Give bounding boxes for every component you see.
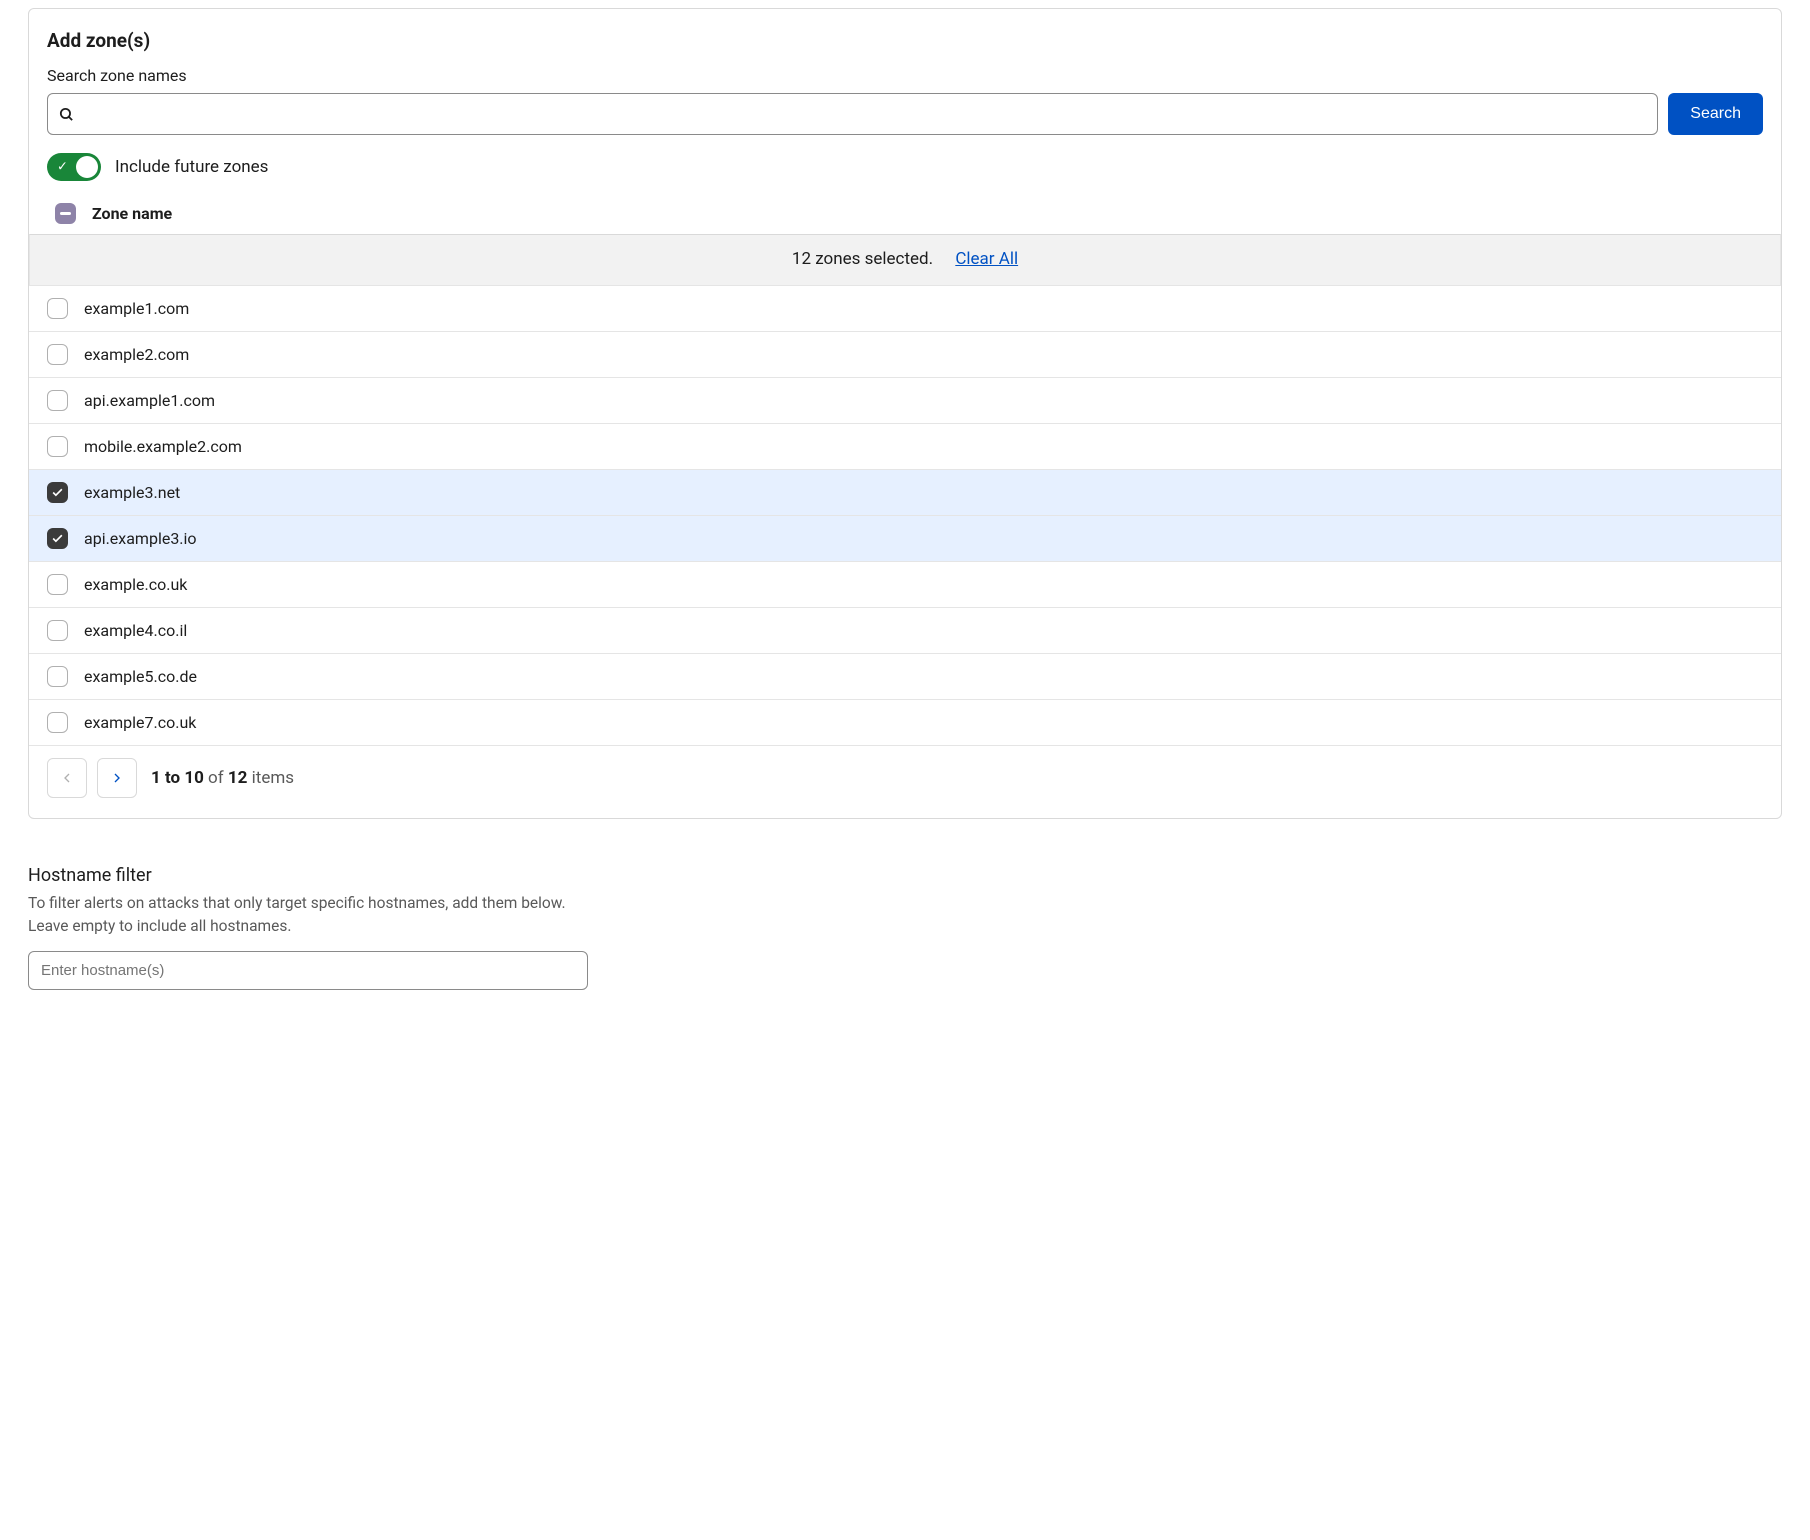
zone-name: mobile.example2.com xyxy=(84,437,242,456)
zone-row[interactable]: api.example3.io xyxy=(29,516,1781,562)
zone-checkbox[interactable] xyxy=(47,528,68,549)
zone-row[interactable]: example1.com xyxy=(29,286,1781,332)
clear-all-link[interactable]: Clear All xyxy=(955,249,1018,269)
zone-row[interactable]: example.co.uk xyxy=(29,562,1781,608)
future-zones-toggle-row: ✓ Include future zones xyxy=(47,153,1763,181)
hostname-filter-description: To filter alerts on attacks that only ta… xyxy=(28,892,588,939)
hostname-filter-title: Hostname filter xyxy=(28,865,1782,886)
zone-name: example7.co.uk xyxy=(84,713,196,732)
search-label: Search zone names xyxy=(47,66,1763,85)
chevron-left-icon xyxy=(59,770,75,786)
next-page-button[interactable] xyxy=(97,758,137,798)
zone-checkbox[interactable] xyxy=(47,390,68,411)
zone-checkbox[interactable] xyxy=(47,574,68,595)
column-header-zone-name: Zone name xyxy=(92,204,172,223)
zone-checkbox[interactable] xyxy=(47,344,68,365)
selection-banner: 12 zones selected. Clear All xyxy=(29,234,1781,286)
prev-page-button[interactable] xyxy=(47,758,87,798)
zone-checkbox[interactable] xyxy=(47,712,68,733)
table-header: Zone name xyxy=(47,199,1763,234)
select-all-checkbox[interactable] xyxy=(55,203,76,224)
pagination-range: 1 to 10 xyxy=(151,768,204,788)
check-icon xyxy=(51,532,64,545)
hostname-filter-section: Hostname filter To filter alerts on atta… xyxy=(28,865,1782,990)
check-icon xyxy=(51,486,64,499)
zone-row[interactable]: example3.net xyxy=(29,470,1781,516)
zone-checkbox[interactable] xyxy=(47,666,68,687)
panel-title: Add zone(s) xyxy=(47,29,1763,52)
search-row: Search xyxy=(47,93,1763,135)
check-icon: ✓ xyxy=(57,161,68,174)
toggle-knob xyxy=(76,156,98,178)
zone-name: api.example1.com xyxy=(84,391,215,410)
zone-list: example1.com example2.com api.example1.com… xyxy=(29,286,1781,746)
zone-checkbox[interactable] xyxy=(47,482,68,503)
zone-checkbox[interactable] xyxy=(47,620,68,641)
zone-row[interactable]: example7.co.uk xyxy=(29,700,1781,746)
search-input-wrap[interactable] xyxy=(47,93,1658,135)
pagination-total: 12 xyxy=(228,768,248,788)
search-input[interactable] xyxy=(75,98,1647,131)
zone-checkbox[interactable] xyxy=(47,436,68,457)
zone-name: example3.net xyxy=(84,483,180,502)
selection-count: 12 zones selected. xyxy=(792,249,933,269)
zone-row[interactable]: example4.co.il xyxy=(29,608,1781,654)
include-future-zones-toggle[interactable]: ✓ xyxy=(47,153,101,181)
search-icon xyxy=(58,106,75,123)
add-zones-panel: Add zone(s) Search zone names Search ✓ I… xyxy=(28,8,1782,819)
zone-name: example.co.uk xyxy=(84,575,187,594)
search-button[interactable]: Search xyxy=(1668,93,1763,135)
zone-row[interactable]: mobile.example2.com xyxy=(29,424,1781,470)
zone-row[interactable]: example2.com xyxy=(29,332,1781,378)
toggle-label: Include future zones xyxy=(115,157,268,177)
pagination: 1 to 10 of 12 items xyxy=(29,746,1781,804)
zone-checkbox[interactable] xyxy=(47,298,68,319)
zone-name: example4.co.il xyxy=(84,621,187,640)
zone-row[interactable]: example5.co.de xyxy=(29,654,1781,700)
zone-name: api.example3.io xyxy=(84,529,197,548)
hostname-input[interactable] xyxy=(28,951,588,990)
zone-name: example5.co.de xyxy=(84,667,197,686)
pagination-info: 1 to 10 of 12 items xyxy=(151,768,294,788)
chevron-right-icon xyxy=(109,770,125,786)
zone-name: example1.com xyxy=(84,299,189,318)
zone-name: example2.com xyxy=(84,345,189,364)
zone-row[interactable]: api.example1.com xyxy=(29,378,1781,424)
